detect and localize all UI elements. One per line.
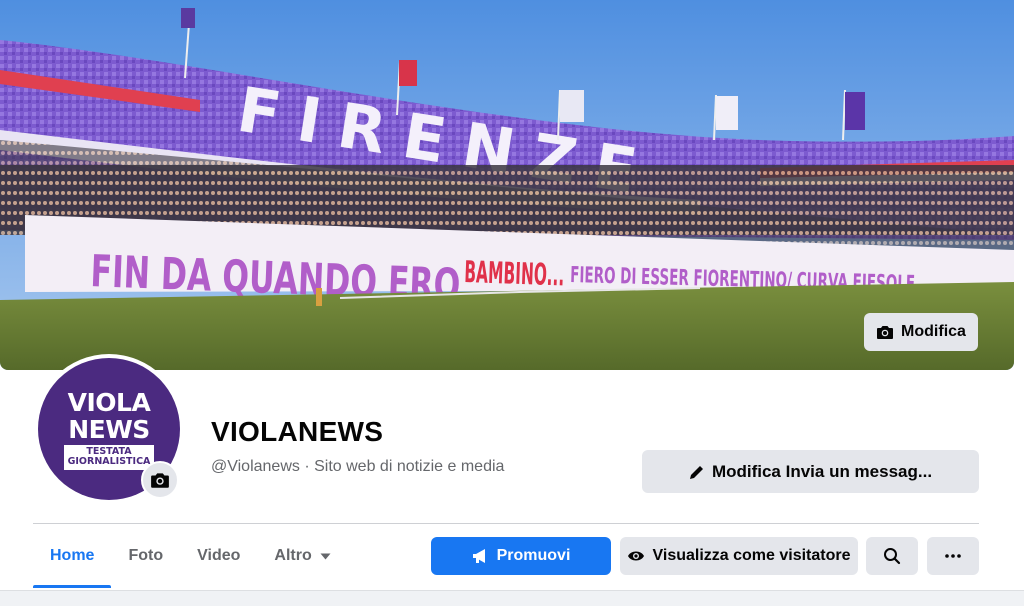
avatar-logo-line2: NEWS [68, 414, 150, 444]
promote-button[interactable]: Promuovi [431, 537, 611, 575]
tab-home[interactable]: Home [33, 524, 112, 588]
more-icon [945, 554, 961, 558]
edit-send-message-label: Modifica Invia un messag... [711, 461, 933, 481]
edit-avatar-button[interactable] [141, 461, 179, 499]
megaphone-icon [472, 549, 485, 563]
caret-down-icon [320, 553, 331, 559]
avatar-logo-line1: VIOLA [67, 387, 151, 417]
more-options-button[interactable] [927, 537, 979, 575]
page-subtitle: @Violanews · Sito web di notizie e media [211, 458, 505, 475]
edit-cover-label: Modifica [901, 323, 966, 340]
camera-icon [151, 473, 169, 488]
search-button[interactable] [866, 537, 918, 575]
page-tabs: Home Foto Video Altro [33, 524, 348, 588]
edit-cover-button[interactable]: Modifica [864, 313, 978, 351]
tab-foto-label: Foto [128, 547, 164, 564]
tab-foto[interactable]: Foto [111, 524, 180, 588]
tab-video-label: Video [197, 547, 241, 564]
promote-label: Promuovi [496, 547, 571, 564]
search-icon [884, 548, 901, 565]
cover-photo: FIRENZE FIN DA QUANDO ERO BAMBINO... FIE… [0, 0, 1014, 370]
view-as-visitor-label: Visualizza come visitatore [652, 547, 851, 564]
view-as-visitor-button[interactable]: Visualizza come visitatore [620, 537, 858, 575]
tab-altro-label: Altro [274, 547, 312, 564]
pencil-icon [689, 464, 705, 479]
page-title: VIOLANEWS [211, 416, 384, 447]
feed-background [0, 590, 1024, 606]
tab-home-label: Home [50, 547, 95, 564]
cover-image: FIRENZE FIN DA QUANDO ERO BAMBINO... FIE… [0, 0, 1014, 370]
tab-altro[interactable]: Altro [257, 524, 347, 588]
tab-video[interactable]: Video [180, 524, 257, 588]
camera-icon [877, 326, 894, 339]
banner-text-red: BAMBINO... [464, 255, 565, 293]
eye-icon [628, 551, 645, 561]
avatar-tag-line2: GIORNALISTICA [67, 456, 151, 467]
avatar-logo-tag: TESTATA GIORNALISTICA [63, 444, 155, 470]
edit-send-message-button[interactable]: Modifica Invia un messag... [642, 450, 979, 493]
